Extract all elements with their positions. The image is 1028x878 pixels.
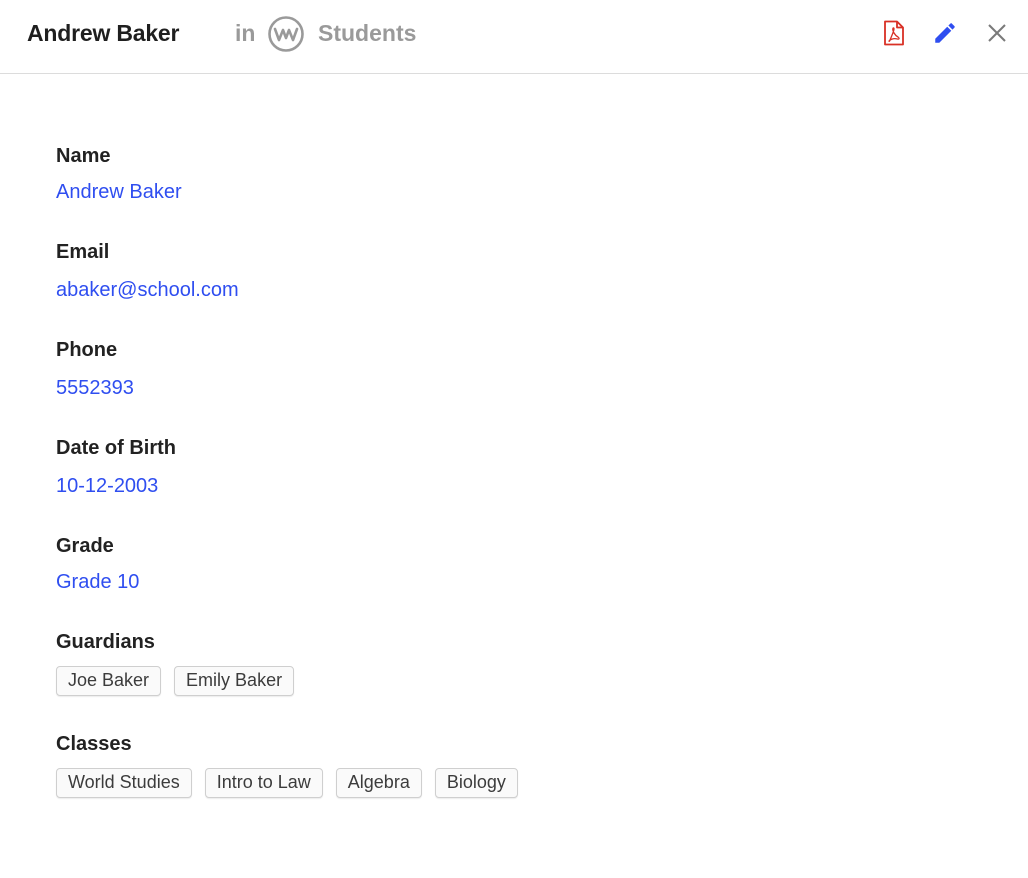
classes-chip-list: World Studies Intro to Law Algebra Biolo… (56, 768, 518, 798)
grade-value[interactable]: Grade 10 (56, 571, 139, 594)
classes-label: Classes (56, 733, 132, 755)
guardians-chip-list: Joe Baker Emily Baker (56, 666, 295, 696)
close-icon (988, 24, 1006, 42)
phone-value[interactable]: 5552393 (56, 377, 134, 400)
pdf-file-icon (884, 20, 904, 46)
record-header: Andrew Baker in Students (0, 0, 1028, 74)
record-title: Andrew Baker (27, 20, 180, 46)
pencil-icon (935, 23, 955, 43)
class-chip[interactable]: Intro to Law (204, 768, 323, 798)
name-value[interactable]: Andrew Baker (56, 181, 182, 204)
close-button[interactable] (980, 16, 1014, 50)
name-label: Name (56, 145, 111, 167)
dob-label: Date of Birth (56, 437, 176, 459)
grade-label: Grade (56, 535, 114, 557)
guardian-chip[interactable]: Emily Baker (174, 666, 295, 696)
in-label: in (235, 20, 256, 46)
guardians-label: Guardians (56, 631, 155, 653)
email-label: Email (56, 241, 110, 263)
class-chip[interactable]: World Studies (56, 768, 192, 798)
edit-button[interactable] (928, 16, 962, 50)
guardian-chip[interactable]: Joe Baker (56, 666, 162, 696)
phone-label: Phone (56, 339, 118, 361)
class-chip[interactable]: Biology (434, 768, 518, 798)
app-name-link[interactable]: Students (318, 20, 416, 47)
dob-value[interactable]: 10-12-2003 (56, 475, 158, 498)
email-value[interactable]: abaker@school.com (56, 279, 239, 302)
wave-circle-icon[interactable] (267, 15, 305, 53)
class-chip[interactable]: Algebra (335, 768, 422, 798)
pdf-export-button[interactable] (877, 16, 911, 50)
